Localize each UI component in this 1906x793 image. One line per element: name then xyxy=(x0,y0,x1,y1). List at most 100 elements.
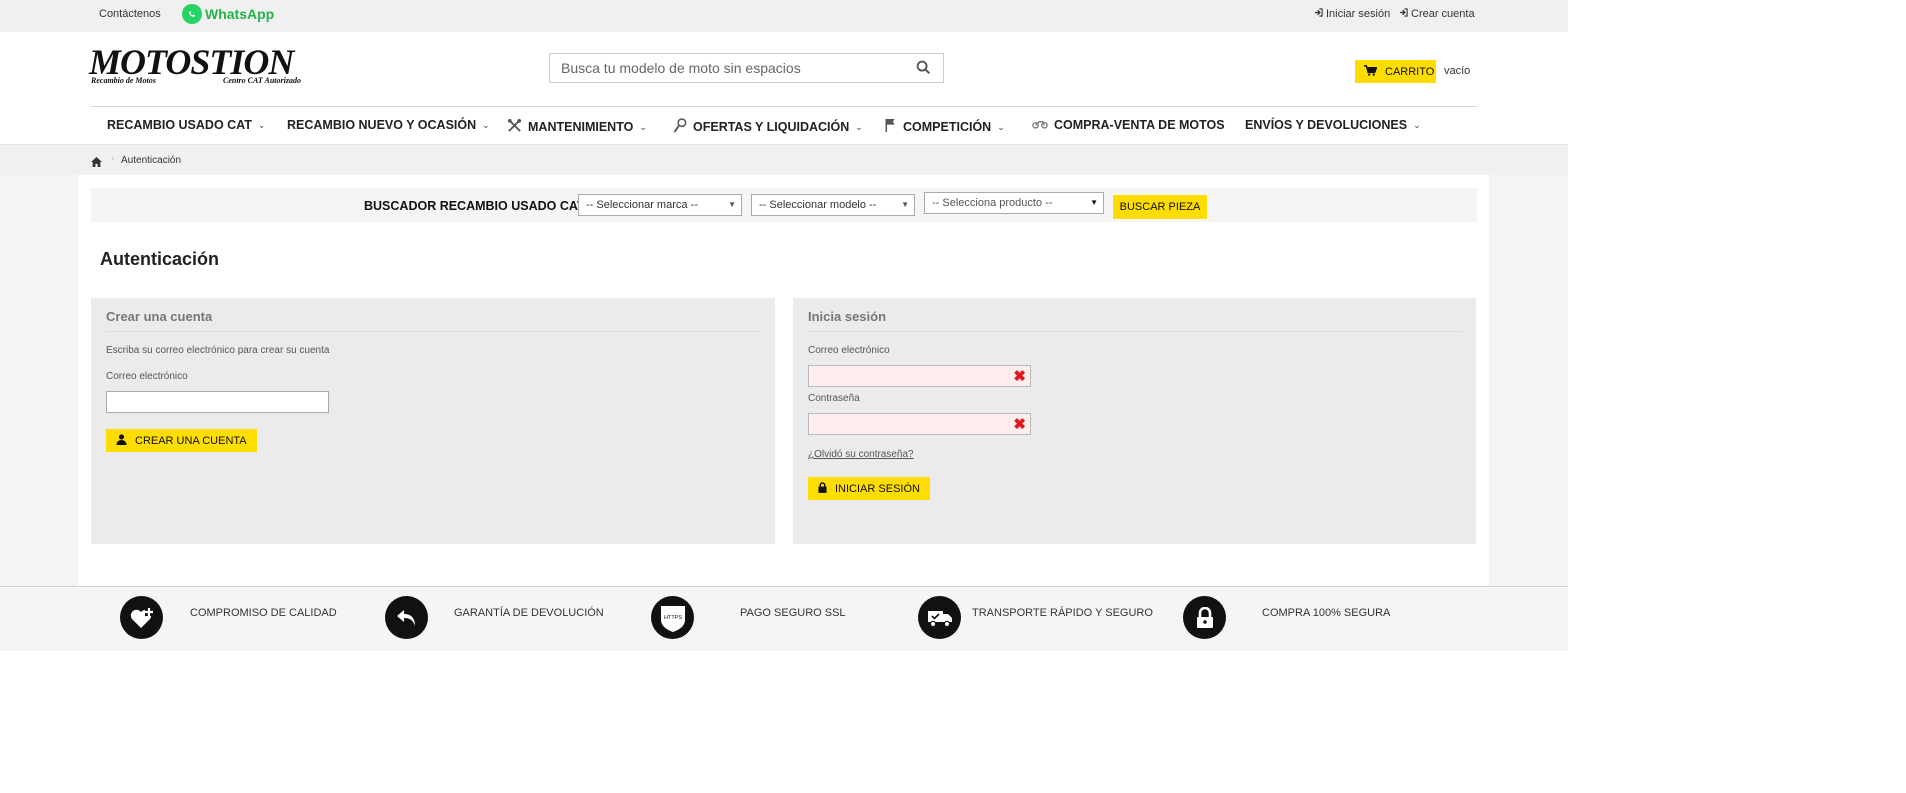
create-account-panel: Crear una cuenta Escriba su correo elect… xyxy=(91,298,775,544)
model-select[interactable]: -- Seleccionar modelo -- ▼ xyxy=(751,194,915,216)
features-footer: COMPROMISO DE CALIDAD GARANTÍA DE DEVOLU… xyxy=(0,586,1568,651)
main-nav: RECAMBIO USADO CAT ⌄ RECAMBIO NUEVO Y OC… xyxy=(0,107,1568,144)
brand-select-value: -- Seleccionar marca -- xyxy=(586,199,698,211)
logo-tagline-right: Centro CAT Autorizado xyxy=(223,76,301,85)
logo-tagline-left: Recambio de Motos xyxy=(91,76,156,85)
search-icon[interactable] xyxy=(916,60,931,80)
cart-status: vacío xyxy=(1444,65,1471,77)
create-account-button[interactable]: CREAR UNA CUENTA xyxy=(106,429,257,452)
cart-icon xyxy=(1364,64,1378,79)
caret-down-icon: ▼ xyxy=(728,200,736,209)
sign-in-icon xyxy=(1314,8,1323,20)
search-input[interactable] xyxy=(550,54,900,82)
page-background-right xyxy=(1489,175,1568,586)
model-select-value: -- Seleccionar modelo -- xyxy=(759,199,877,211)
cart-button[interactable]: CARRITO xyxy=(1355,60,1436,83)
create-account-intro: Escriba su correo electrónico para crear… xyxy=(106,345,330,356)
chevron-down-icon: ⌄ xyxy=(257,119,266,130)
tools-icon xyxy=(507,118,522,136)
site-header: MOTOSTION Recambio de Motos Centro CAT A… xyxy=(0,32,1568,144)
feature-label: GARANTÍA DE DEVOLUCIÓN xyxy=(454,607,604,619)
login-button[interactable]: INICIAR SESIÓN xyxy=(808,477,930,500)
whatsapp-label: WhatsApp xyxy=(205,6,275,22)
nav-item-label: RECAMBIO NUEVO Y OCASIÓN xyxy=(287,118,477,132)
nav-item-recambio-nuevo[interactable]: RECAMBIO NUEVO Y OCASIÓN ⌄ xyxy=(287,118,490,132)
panel-divider xyxy=(808,331,1462,332)
lock-icon xyxy=(818,481,827,496)
https-badge-text: HTTPS xyxy=(663,615,681,621)
caret-down-icon: ▼ xyxy=(1090,198,1098,207)
tag-icon xyxy=(673,118,687,136)
login-link[interactable]: Iniciar sesión xyxy=(1314,8,1390,20)
error-x-icon: ✖ xyxy=(1013,416,1026,433)
heart-plus-icon xyxy=(120,596,163,639)
nav-item-competicion[interactable]: COMPETICIÓN ⌄ xyxy=(884,118,1005,136)
create-email-field[interactable] xyxy=(106,391,329,413)
whatsapp-link[interactable]: WhatsApp xyxy=(182,4,274,24)
nav-item-ofertas[interactable]: OFERTAS Y LIQUIDACIÓN ⌄ xyxy=(673,118,863,136)
flag-icon xyxy=(884,118,897,136)
caret-down-icon: ▼ xyxy=(901,200,909,209)
feature-label: COMPROMISO DE CALIDAD xyxy=(190,607,337,619)
nav-item-label: MANTENIMIENTO xyxy=(528,120,634,134)
return-arrow-icon xyxy=(385,596,428,639)
nav-item-compra-venta[interactable]: COMPRA-VENTA DE MOTOS xyxy=(1032,118,1225,132)
login-link-label: Iniciar sesión xyxy=(1326,8,1391,20)
login-password-label: Contraseña xyxy=(808,393,860,404)
delivery-truck-icon xyxy=(918,596,961,639)
search-part-button[interactable]: BUSCAR PIEZA xyxy=(1113,195,1207,219)
nav-item-label: COMPRA-VENTA DE MOTOS xyxy=(1054,118,1225,132)
site-logo[interactable]: MOTOSTION Recambio de Motos Centro CAT A… xyxy=(89,42,339,88)
login-email-field[interactable]: ✖ xyxy=(808,365,1031,387)
breadcrumb-current: Autenticación xyxy=(121,155,182,166)
login-email-label: Correo electrónico xyxy=(808,345,890,356)
product-select[interactable]: -- Selecciona producto -- ▼ xyxy=(924,192,1104,214)
padlock-icon xyxy=(1183,596,1226,639)
home-icon[interactable] xyxy=(91,154,102,172)
page-title: Autenticación xyxy=(100,249,220,269)
nav-item-label: ENVÍOS Y DEVOLUCIONES xyxy=(1245,118,1408,132)
nav-item-label: COMPETICIÓN xyxy=(903,120,992,134)
login-button-label: INICIAR SESIÓN xyxy=(835,482,920,495)
nav-item-recambio-usado-cat[interactable]: RECAMBIO USADO CAT ⌄ xyxy=(107,118,265,132)
part-finder-label: BUSCADOR RECAMBIO USADO CAT: xyxy=(364,199,588,213)
nav-item-label: RECAMBIO USADO CAT xyxy=(107,118,252,132)
chevron-down-icon: ⌄ xyxy=(639,121,647,132)
breadcrumb-separator: › xyxy=(111,153,115,164)
login-password-field[interactable]: ✖ xyxy=(808,413,1031,435)
product-select-value: -- Selecciona producto -- xyxy=(932,197,1053,209)
register-link[interactable]: Crear cuenta xyxy=(1399,8,1475,20)
create-account-heading: Crear una cuenta xyxy=(106,309,213,324)
top-bar: Contáctenos WhatsApp Iniciar sesión Crea… xyxy=(0,0,1568,32)
feature-label: TRANSPORTE RÁPIDO Y SEGURO xyxy=(972,607,1153,619)
chevron-down-icon: ⌄ xyxy=(1413,119,1421,130)
login-heading: Inicia sesión xyxy=(808,309,887,324)
feature-label: PAGO SEGURO SSL xyxy=(740,607,846,619)
page-background-left xyxy=(0,175,78,586)
create-email-label: Correo electrónico xyxy=(106,371,188,382)
chevron-down-icon: ⌄ xyxy=(997,121,1005,132)
chevron-down-icon: ⌄ xyxy=(482,119,490,130)
sign-in-icon xyxy=(1399,8,1408,20)
search-box xyxy=(549,53,944,83)
contact-link[interactable]: Contáctenos xyxy=(99,8,161,20)
user-icon xyxy=(116,433,127,448)
create-account-button-label: CREAR UNA CUENTA xyxy=(135,434,247,447)
login-panel: Inicia sesión Correo electrónico ✖ Contr… xyxy=(793,298,1476,544)
nav-item-envios[interactable]: ENVÍOS Y DEVOLUCIONES ⌄ xyxy=(1245,118,1421,132)
forgot-password-link[interactable]: ¿Olvidó su contraseña? xyxy=(808,449,914,460)
nav-item-label: OFERTAS Y LIQUIDACIÓN xyxy=(693,120,850,134)
brand-select[interactable]: -- Seleccionar marca -- ▼ xyxy=(578,194,742,216)
part-finder: BUSCADOR RECAMBIO USADO CAT: -- Seleccio… xyxy=(91,188,1477,222)
motorcycle-icon xyxy=(1032,118,1048,132)
cart-label: CARRITO xyxy=(1385,65,1435,78)
chevron-down-icon: ⌄ xyxy=(855,121,863,132)
feature-label: COMPRA 100% SEGURA xyxy=(1262,607,1391,619)
nav-item-mantenimiento[interactable]: MANTENIMIENTO ⌄ xyxy=(507,118,647,136)
register-link-label: Crear cuenta xyxy=(1411,8,1475,20)
panel-divider xyxy=(106,331,760,332)
breadcrumb: › Autenticación xyxy=(0,144,1568,175)
whatsapp-icon xyxy=(182,4,202,24)
https-shield-icon: HTTPS xyxy=(651,596,694,639)
error-x-icon: ✖ xyxy=(1013,368,1026,385)
